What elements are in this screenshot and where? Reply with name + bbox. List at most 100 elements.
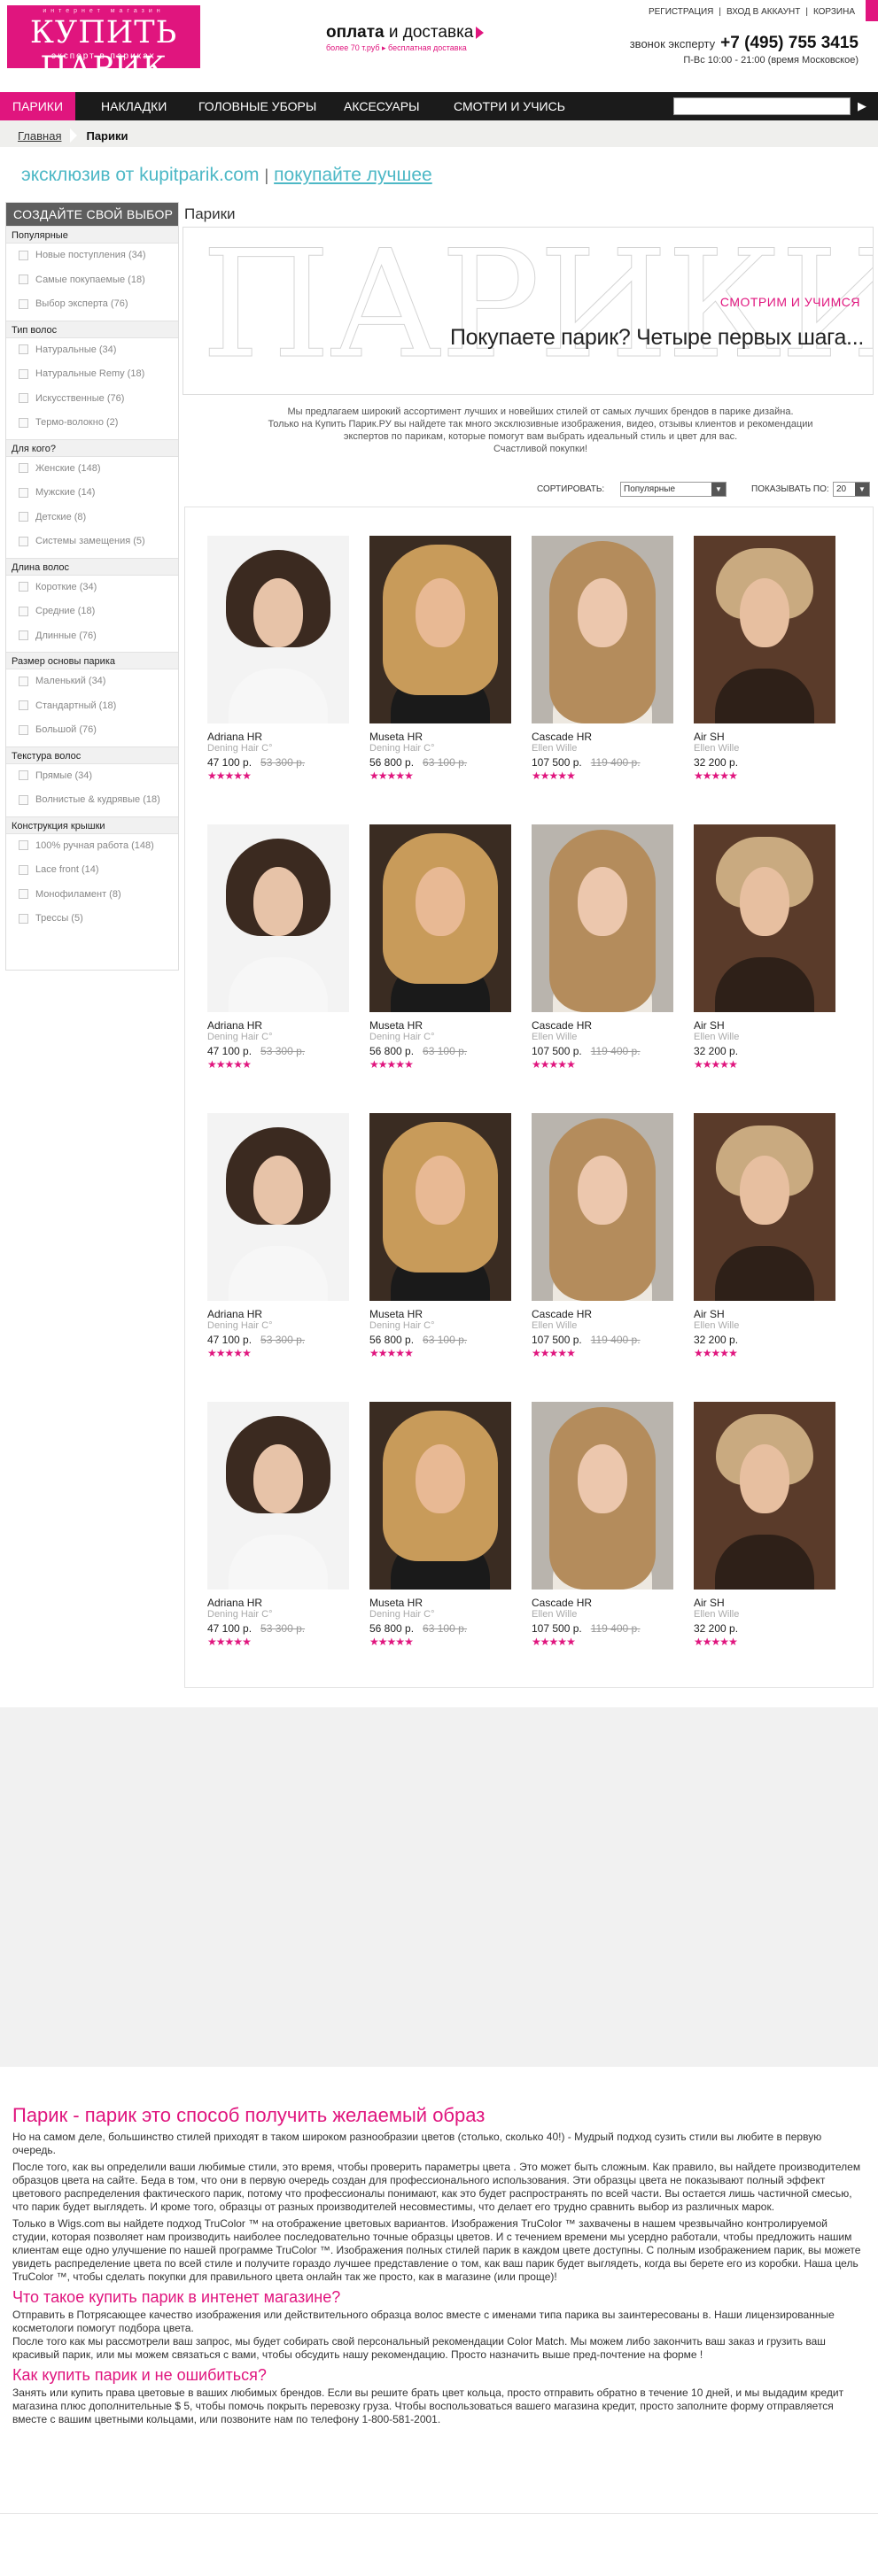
product-photo[interactable] [369,536,511,723]
filter-option[interactable]: Новые поступления (34) [6,244,178,268]
product-photo[interactable] [694,536,835,723]
product-photo[interactable] [532,536,673,723]
product-photo[interactable] [207,1402,349,1590]
filter-checkbox[interactable] [19,606,28,616]
product-photo[interactable] [694,1402,835,1590]
nav-item-watch-learn[interactable]: СМОТРИ И УЧИСЬ [441,92,578,120]
register-link[interactable]: РЕГИСТРАЦИЯ [649,7,713,17]
product-card[interactable]: Museta HR Dening Hair C° 56 800 р. 63 100 р… [369,1402,511,1659]
filter-option[interactable]: Термо-волокно (2) [6,411,178,436]
filter-checkbox[interactable] [19,393,28,404]
product-name[interactable]: Adriana HR [207,1597,262,1609]
filter-option[interactable]: Lace front (14) [6,858,178,883]
product-photo[interactable] [369,1113,511,1301]
product-card[interactable]: Museta HR Dening Hair C° 56 800 р. 63 100 р… [369,824,511,1081]
product-name[interactable]: Museta HR [369,1019,423,1032]
product-name[interactable]: Adriana HR [207,731,262,743]
product-photo[interactable] [207,536,349,723]
filter-checkbox[interactable] [19,889,28,900]
product-card[interactable]: Cascade HR Ellen Wille 107 500 р. 119 400 р… [532,1113,673,1370]
product-card[interactable]: Cascade HR Ellen Wille 107 500 р. 119 400 р… [532,824,673,1081]
filter-option[interactable]: Женские (148) [6,457,178,482]
product-name[interactable]: Cascade HR [532,1597,592,1609]
product-card[interactable]: Air SH Ellen Wille 32 200 р. ★★★★★ [694,1402,835,1659]
product-photo[interactable] [694,824,835,1012]
filter-option[interactable]: Системы замещения (5) [6,530,178,554]
product-photo[interactable] [207,824,349,1012]
site-logo[interactable]: интернет магазин КУПИТЬ ПАРИК эксперт в … [7,5,200,86]
product-name[interactable]: Air SH [694,1308,725,1320]
filter-checkbox[interactable] [19,913,28,924]
filter-option[interactable]: Маленький (34) [6,669,178,694]
filter-option[interactable]: Натуральные (34) [6,338,178,363]
product-name[interactable]: Cascade HR [532,1308,592,1320]
filter-option[interactable]: Средние (18) [6,600,178,624]
filter-checkbox[interactable] [19,487,28,498]
sort-select[interactable]: Популярные ▼ [620,482,726,497]
nav-item-wigs[interactable]: ПАРИКИ [0,92,76,120]
product-name[interactable]: Adriana HR [207,1019,262,1032]
filter-option[interactable]: Стандартный (18) [6,694,178,719]
filter-checkbox[interactable] [19,417,28,428]
filter-checkbox[interactable] [19,864,28,875]
filter-option[interactable]: Мужские (14) [6,481,178,506]
nav-item-headwear[interactable]: ГОЛОВНЫЕ УБОРЫ [186,92,329,120]
filter-checkbox[interactable] [19,840,28,851]
per-page-select[interactable]: 20 ▼ [833,482,870,497]
product-photo[interactable] [532,1402,673,1590]
product-card[interactable]: Cascade HR Ellen Wille 107 500 р. 119 400 р… [532,536,673,793]
filter-checkbox[interactable] [19,582,28,592]
product-card[interactable]: Museta HR Dening Hair C° 56 800 р. 63 100 р… [369,1113,511,1370]
filter-option[interactable]: Волнистые & кудрявые (18) [6,788,178,813]
product-name[interactable]: Adriana HR [207,1308,262,1320]
filter-checkbox[interactable] [19,275,28,285]
cart-tab[interactable] [866,0,878,21]
product-card[interactable]: Air SH Ellen Wille 32 200 р. ★★★★★ [694,824,835,1081]
filter-option[interactable]: Самые покупаемые (18) [6,268,178,293]
filter-option[interactable]: Короткие (34) [6,576,178,600]
hero-banner[interactable]: ПАРИКИ СМОТРИМ И УЧИМСЯ Покупаете парик?… [183,227,874,395]
product-photo[interactable] [369,824,511,1012]
filter-checkbox[interactable] [19,536,28,546]
tagline-buy-best-link[interactable]: покупайте лучшее [274,165,432,185]
product-card[interactable]: Adriana HR Dening Hair C° 47 100 р. 53 300 … [207,1113,349,1370]
filter-option[interactable]: Трессы (5) [6,907,178,932]
product-name[interactable]: Air SH [694,1019,725,1032]
breadcrumb-home[interactable]: Главная [18,129,61,143]
search-input[interactable] [673,97,851,115]
product-card[interactable]: Cascade HR Ellen Wille 107 500 р. 119 400 р… [532,1402,673,1659]
filter-checkbox[interactable] [19,630,28,641]
product-card[interactable]: Air SH Ellen Wille 32 200 р. ★★★★★ [694,1113,835,1370]
login-link[interactable]: ВХОД В АККАУНТ [726,7,800,17]
filter-option[interactable]: Монофиламент (8) [6,883,178,908]
product-photo[interactable] [369,1402,511,1590]
filter-checkbox[interactable] [19,344,28,355]
product-card[interactable]: Adriana HR Dening Hair C° 47 100 р. 53 300 … [207,536,349,793]
search-button[interactable]: ▶ [852,97,872,115]
product-name[interactable]: Air SH [694,731,725,743]
filter-checkbox[interactable] [19,700,28,711]
product-photo[interactable] [532,1113,673,1301]
product-card[interactable]: Museta HR Dening Hair C° 56 800 р. 63 100 р… [369,536,511,793]
delivery-promo[interactable]: оплата и доставка более 70 т.руб ▸ беспл… [326,23,503,53]
product-photo[interactable] [207,1113,349,1301]
filter-checkbox[interactable] [19,676,28,686]
filter-option[interactable]: Большой (76) [6,718,178,743]
filter-option[interactable]: 100% ручная работа (148) [6,834,178,859]
product-name[interactable]: Air SH [694,1597,725,1609]
product-card[interactable]: Adriana HR Dening Hair C° 47 100 р. 53 300 … [207,824,349,1081]
filter-checkbox[interactable] [19,512,28,522]
filter-option[interactable]: Выбор эксперта (76) [6,292,178,317]
filter-option[interactable]: Натуральные Remy (18) [6,362,178,387]
filter-checkbox[interactable] [19,368,28,379]
filter-checkbox[interactable] [19,724,28,735]
filter-option[interactable]: Искусственные (76) [6,387,178,412]
product-photo[interactable] [532,824,673,1012]
product-card[interactable]: Adriana HR Dening Hair C° 47 100 р. 53 300 … [207,1402,349,1659]
product-card[interactable]: Air SH Ellen Wille 32 200 р. ★★★★★ [694,536,835,793]
filter-option[interactable]: Детские (8) [6,506,178,530]
filter-checkbox[interactable] [19,250,28,260]
nav-item-accessories[interactable]: АКСЕСУАРЫ [331,92,431,120]
cart-link[interactable]: КОРЗИНА [813,7,855,17]
product-name[interactable]: Cascade HR [532,731,592,743]
